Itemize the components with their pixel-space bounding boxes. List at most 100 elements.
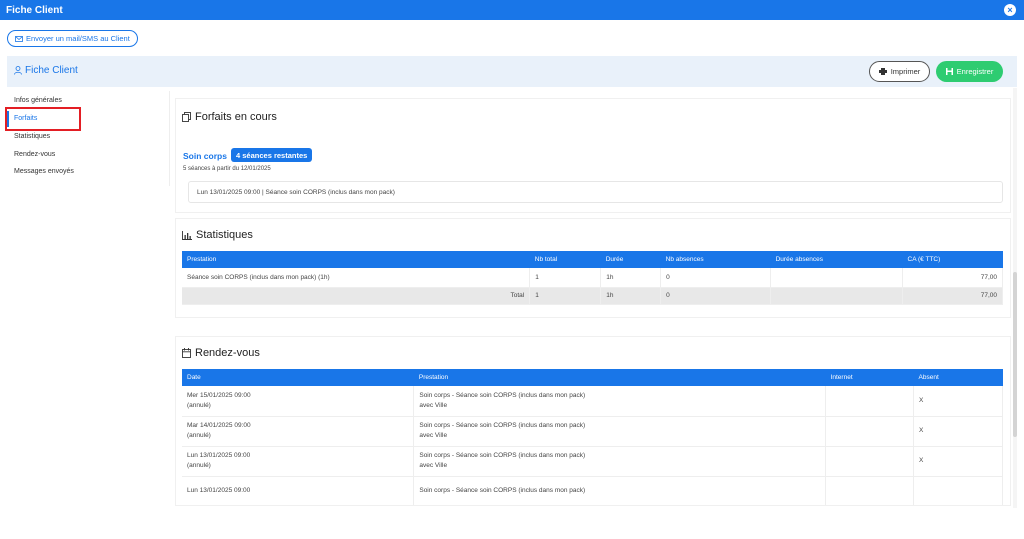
window-title: Fiche Client bbox=[6, 4, 63, 16]
cell-absent bbox=[913, 476, 1003, 505]
table-row[interactable]: Lun 13/01/2025 09:00 Soin corps - Séance… bbox=[182, 476, 1003, 505]
cell-prestation: Soin corps - Séance soin CORPS (inclus d… bbox=[413, 416, 827, 447]
printer-icon bbox=[878, 68, 887, 75]
save-button[interactable]: Enregistrer bbox=[936, 61, 1003, 82]
table-row[interactable]: Mar 14/01/2025 09:00 (annulé) Soin corps … bbox=[182, 416, 1003, 447]
sidebar-item-infos-generales[interactable]: Infos générales bbox=[14, 97, 62, 104]
table-row[interactable]: Lun 13/01/2025 09:00 (annulé) Soin corps … bbox=[182, 446, 1003, 477]
rendezvous-panel: Rendez-vous Date Prestation Internet Abs… bbox=[175, 336, 1011, 506]
send-mail-sms-label: Envoyer un mail/SMS au Client bbox=[26, 34, 130, 43]
cell-absent: X bbox=[913, 416, 1003, 447]
appointment-status: (annulé) bbox=[187, 432, 211, 439]
window-titlebar: Fiche Client × bbox=[0, 0, 1024, 20]
col-absent: Absent bbox=[913, 369, 1003, 386]
cell-absent: X bbox=[913, 386, 1003, 417]
cell-internet bbox=[825, 446, 915, 477]
cell-prestation: Soin corps - Séance soin CORPS (inclus d… bbox=[413, 386, 827, 417]
total-label: Total bbox=[182, 287, 531, 305]
col-internet: Internet bbox=[825, 369, 914, 386]
appointment-prestation: Soin corps - Séance soin CORPS (inclus d… bbox=[419, 422, 586, 429]
save-icon bbox=[945, 68, 953, 75]
col-prestation: Prestation bbox=[182, 251, 530, 268]
statistiques-table: Prestation Nb total Durée Nb absences Du… bbox=[182, 251, 1003, 305]
sidebar-item-messages-envoyes[interactable]: Messages envoyés bbox=[14, 168, 74, 175]
col-nb-total: Nb total bbox=[529, 251, 601, 268]
total-duree-absences bbox=[770, 287, 904, 305]
appointment-status: (annulé) bbox=[187, 462, 211, 469]
cell-prestation: Soin corps - Séance soin CORPS (inclus d… bbox=[413, 446, 827, 477]
save-label: Enregistrer bbox=[956, 67, 994, 76]
col-duree: Durée bbox=[600, 251, 661, 268]
appointment-prestation: Soin corps - Séance soin CORPS (inclus d… bbox=[419, 487, 586, 494]
cell-absent: X bbox=[913, 446, 1003, 477]
print-button[interactable]: Imprimer bbox=[869, 61, 930, 82]
cell-internet bbox=[825, 386, 915, 417]
appointment-with: avec Ville bbox=[419, 462, 448, 469]
client-header-bar: Fiche Client Imprimer Enregistrer bbox=[7, 56, 1017, 87]
sidebar-item-statistiques[interactable]: Statistiques bbox=[14, 133, 50, 140]
cell-internet bbox=[825, 476, 915, 505]
table-header-row: Date Prestation Internet Absent bbox=[182, 369, 1003, 386]
table-row[interactable]: Mer 15/01/2025 09:00 (annulé) Soin corps … bbox=[182, 386, 1003, 417]
scrollbar-thumb[interactable] bbox=[1013, 272, 1017, 437]
forfaits-title: Forfaits en cours bbox=[182, 111, 277, 123]
page-title-label: Fiche Client bbox=[25, 65, 78, 76]
remaining-sessions-badge: 4 séances restantes bbox=[231, 148, 313, 162]
total-row: Total 1 1h 0 77,00 bbox=[182, 287, 1003, 305]
sidebar-nav: Infos générales Forfaits Statistiques Re… bbox=[0, 91, 170, 186]
total-ca: 77,00 bbox=[902, 287, 1003, 305]
envelope-icon bbox=[15, 35, 23, 42]
forfait-subtitle: 5 séances à partir du 12/01/2025 bbox=[183, 166, 271, 172]
col-nb-absences: Nb absences bbox=[660, 251, 771, 268]
bar-chart-icon bbox=[182, 230, 192, 240]
cell-duree-absences bbox=[770, 268, 904, 288]
page-title: Fiche Client bbox=[14, 65, 78, 76]
appointment-with: avec Ville bbox=[419, 432, 448, 439]
user-icon bbox=[14, 66, 22, 75]
rendezvous-table: Date Prestation Internet Absent Mer 15/0… bbox=[182, 369, 1003, 505]
forfaits-panel: Forfaits en cours Soin corps 4 séances r… bbox=[175, 98, 1011, 213]
forfaits-title-label: Forfaits en cours bbox=[195, 111, 277, 123]
cell-duree: 1h bbox=[600, 268, 662, 288]
statistiques-title-label: Statistiques bbox=[196, 229, 253, 241]
cell-internet bbox=[825, 416, 915, 447]
sidebar-item-rendez-vous[interactable]: Rendez-vous bbox=[14, 151, 55, 158]
rendezvous-title: Rendez-vous bbox=[182, 347, 260, 359]
appointment-prestation: Soin corps - Séance soin CORPS (inclus d… bbox=[419, 391, 586, 399]
session-entry: Lun 13/01/2025 09:00 | Séance soin CORPS… bbox=[188, 181, 1003, 203]
rendezvous-title-label: Rendez-vous bbox=[195, 347, 260, 359]
appointment-date: Lun 13/01/2025 09:00 bbox=[187, 452, 251, 459]
cell-date: Mar 14/01/2025 09:00 (annulé) bbox=[182, 416, 415, 447]
appointment-prestation: Soin corps - Séance soin CORPS (inclus d… bbox=[419, 452, 586, 459]
statistiques-title: Statistiques bbox=[182, 229, 253, 241]
col-date: Date bbox=[182, 369, 414, 386]
col-ca: CA (€ TTC) bbox=[902, 251, 1003, 268]
close-icon[interactable]: × bbox=[1004, 4, 1016, 16]
total-nb-total: 1 bbox=[529, 287, 602, 305]
calendar-icon bbox=[182, 348, 191, 358]
appointment-date: Lun 13/01/2025 09:00 bbox=[187, 487, 251, 494]
appointment-date: Mer 15/01/2025 09:00 bbox=[187, 391, 251, 399]
sidebar-item-forfaits[interactable]: Forfaits bbox=[14, 115, 37, 122]
cell-prestation: Soin corps - Séance soin CORPS (inclus d… bbox=[413, 476, 827, 505]
col-prestation: Prestation bbox=[413, 369, 826, 386]
cell-nb-total: 1 bbox=[529, 268, 602, 288]
appointment-status: (annulé) bbox=[187, 401, 211, 409]
forfait-name: Soin corps bbox=[183, 151, 227, 161]
statistiques-panel: Statistiques Prestation Nb total Durée N… bbox=[175, 218, 1011, 318]
cell-date: Lun 13/01/2025 09:00 bbox=[182, 476, 415, 505]
appointment-with: avec Ville bbox=[419, 401, 448, 409]
send-mail-sms-button[interactable]: Envoyer un mail/SMS au Client bbox=[7, 30, 138, 47]
cell-ca: 77,00 bbox=[902, 268, 1003, 288]
copy-icon bbox=[182, 112, 191, 122]
total-duree: 1h bbox=[600, 287, 662, 305]
col-duree-absences: Durée absences bbox=[770, 251, 903, 268]
table-header-row: Prestation Nb total Durée Nb absences Du… bbox=[182, 251, 1003, 268]
cell-date: Lun 13/01/2025 09:00 (annulé) bbox=[182, 446, 415, 477]
cell-prestation: Séance soin CORPS (inclus dans mon pack)… bbox=[182, 268, 531, 288]
table-row: Séance soin CORPS (inclus dans mon pack)… bbox=[182, 268, 1003, 288]
appointment-date: Mar 14/01/2025 09:00 bbox=[187, 422, 251, 429]
print-label: Imprimer bbox=[890, 67, 921, 76]
cell-nb-absences: 0 bbox=[660, 268, 772, 288]
cell-date: Mer 15/01/2025 09:00 (annulé) bbox=[182, 386, 415, 417]
